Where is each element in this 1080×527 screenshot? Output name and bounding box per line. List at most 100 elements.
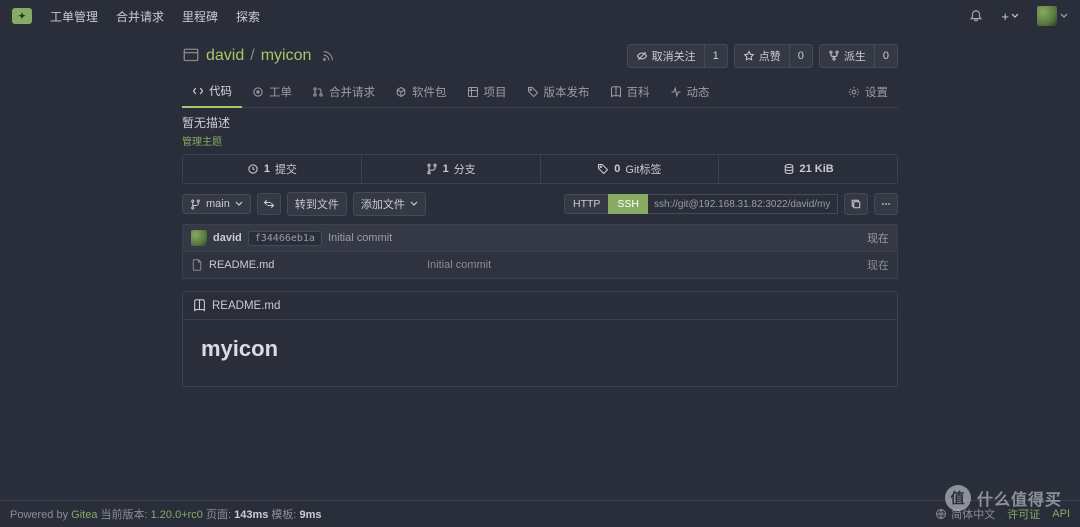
footer: Powered by Gitea 当前版本: 1.20.0+rc0 页面: 14…	[0, 500, 1080, 527]
branch-icon	[426, 163, 438, 175]
globe-icon	[935, 508, 947, 520]
star-icon	[743, 50, 755, 62]
nav-milestones[interactable]: 里程碑	[182, 8, 218, 25]
file-icon	[191, 259, 203, 271]
eye-off-icon	[636, 50, 648, 62]
footer-tmpl-time: 9ms	[300, 509, 322, 521]
footer-version[interactable]: 1.20.0+rc0	[151, 509, 203, 521]
watch-count[interactable]: 1	[705, 44, 728, 68]
goto-file-button[interactable]: 转到文件	[287, 192, 347, 216]
gear-icon	[848, 86, 860, 98]
footer-lang-selector[interactable]: 简体中文	[935, 506, 995, 522]
tab-projects[interactable]: 项目	[457, 76, 517, 107]
stat-size[interactable]: 21 KiB	[718, 155, 897, 183]
book-icon	[193, 299, 206, 312]
history-icon	[247, 163, 259, 175]
description-text: 暂无描述	[182, 114, 898, 131]
footer-powered-pre: Powered by	[10, 509, 71, 521]
footer-version-label: 当前版本:	[97, 509, 150, 521]
create-dropdown[interactable]: +	[1001, 9, 1019, 24]
tab-pulls[interactable]: 合并请求	[302, 76, 385, 107]
proto-ssh-button[interactable]: SSH	[608, 194, 648, 214]
tab-settings[interactable]: 设置	[838, 77, 898, 107]
fork-icon	[828, 50, 840, 62]
copy-icon	[850, 198, 862, 210]
nav-pulls[interactable]: 合并请求	[116, 8, 164, 25]
repo-tabs: 代码 工单 合并请求 软件包 项目 版本发布 百科 动态 设置	[182, 76, 898, 108]
stat-commits[interactable]: 1提交	[183, 155, 361, 183]
repo-icon	[182, 47, 200, 65]
bell-icon[interactable]	[969, 9, 983, 23]
branch-selector[interactable]: main	[182, 194, 251, 214]
avatar	[1037, 6, 1057, 26]
fork-count[interactable]: 0	[875, 44, 898, 68]
commit-time: 现在	[867, 230, 889, 246]
tab-issues[interactable]: 工单	[242, 76, 302, 107]
star-button[interactable]: 点赞	[734, 44, 790, 68]
compare-icon	[263, 198, 275, 210]
tags-icon	[597, 163, 609, 175]
separator: /	[250, 47, 254, 65]
compare-button[interactable]	[257, 193, 281, 215]
nav-explore[interactable]: 探索	[236, 8, 260, 25]
commit-author[interactable]: david	[213, 232, 242, 244]
download-button[interactable]	[874, 193, 898, 215]
pulse-icon	[670, 86, 682, 98]
pr-icon	[312, 86, 324, 98]
footer-gitea-link[interactable]: Gitea	[71, 509, 97, 521]
readme-box: README.md myicon	[182, 291, 898, 387]
footer-api-link[interactable]: API	[1052, 508, 1070, 520]
tab-activity[interactable]: 动态	[660, 76, 720, 107]
table-row[interactable]: README.md Initial commit 现在	[182, 252, 898, 279]
tab-releases[interactable]: 版本发布	[517, 76, 600, 107]
description-row: 暂无描述 管理主题	[182, 108, 898, 150]
chevron-down-icon	[1011, 12, 1019, 20]
kebab-icon	[880, 198, 892, 210]
stat-tags[interactable]: 0Git标签	[540, 155, 719, 183]
commit-message[interactable]: Initial commit	[328, 232, 392, 244]
file-commit-message[interactable]: Initial commit	[427, 259, 867, 271]
database-icon	[783, 163, 795, 175]
stat-branches[interactable]: 1分支	[361, 155, 540, 183]
issue-icon	[252, 86, 264, 98]
user-menu[interactable]	[1037, 6, 1068, 26]
latest-commit-bar: david f34466eb1a Initial commit 现在	[182, 224, 898, 252]
tab-wiki[interactable]: 百科	[600, 76, 660, 107]
commit-avatar[interactable]	[191, 230, 207, 246]
footer-page-time: 143ms	[234, 509, 268, 521]
file-name: README.md	[209, 259, 274, 271]
project-icon	[467, 86, 479, 98]
toolbar: main 转到文件 添加文件 HTTP SSH	[182, 192, 898, 216]
nav-issues[interactable]: 工单管理	[50, 8, 98, 25]
repo-name-link[interactable]: myicon	[261, 47, 312, 65]
readme-filename: README.md	[212, 300, 280, 312]
repo-owner-link[interactable]: david	[206, 47, 244, 65]
tag-icon	[527, 86, 539, 98]
rss-icon[interactable]	[321, 49, 335, 63]
repo-header: david / myicon 取消关注 1 点赞 0	[182, 32, 898, 76]
footer-page-label: 页面:	[203, 509, 234, 521]
logo-icon[interactable]: ✦	[12, 8, 32, 24]
tab-code[interactable]: 代码	[182, 76, 242, 108]
chevron-down-icon	[410, 200, 418, 208]
top-nav: ✦ 工单管理 合并请求 里程碑 探索 +	[0, 0, 1080, 32]
clone-url-input[interactable]	[648, 194, 838, 214]
file-commit-time: 现在	[867, 257, 889, 273]
add-file-button[interactable]: 添加文件	[353, 192, 426, 216]
proto-http-button[interactable]: HTTP	[564, 194, 608, 214]
footer-license-link[interactable]: 许可证	[1007, 506, 1040, 522]
star-count[interactable]: 0	[790, 44, 813, 68]
manage-topics-link[interactable]: 管理主题	[182, 137, 222, 148]
code-icon	[192, 85, 204, 97]
commit-hash[interactable]: f34466eb1a	[248, 231, 322, 246]
branch-icon	[190, 199, 201, 210]
tab-packages[interactable]: 软件包	[385, 76, 457, 107]
copy-url-button[interactable]	[844, 193, 868, 215]
package-icon	[395, 86, 407, 98]
stats-bar: 1提交 1分支 0Git标签 21 KiB	[182, 154, 898, 184]
chevron-down-icon	[235, 200, 243, 208]
plus-icon: +	[1001, 9, 1009, 24]
fork-button[interactable]: 派生	[819, 44, 875, 68]
book-icon	[610, 86, 622, 98]
unwatch-button[interactable]: 取消关注	[627, 44, 705, 68]
